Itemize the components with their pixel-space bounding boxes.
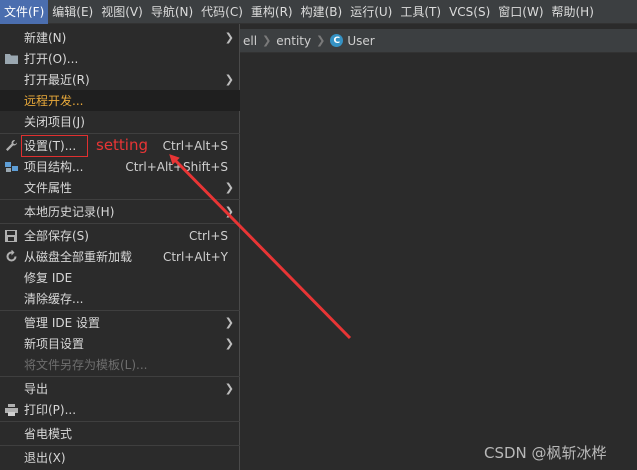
watermark: CSDN @枫斩冰桦: [484, 444, 607, 462]
annotation-arrow-icon: [169, 154, 352, 340]
